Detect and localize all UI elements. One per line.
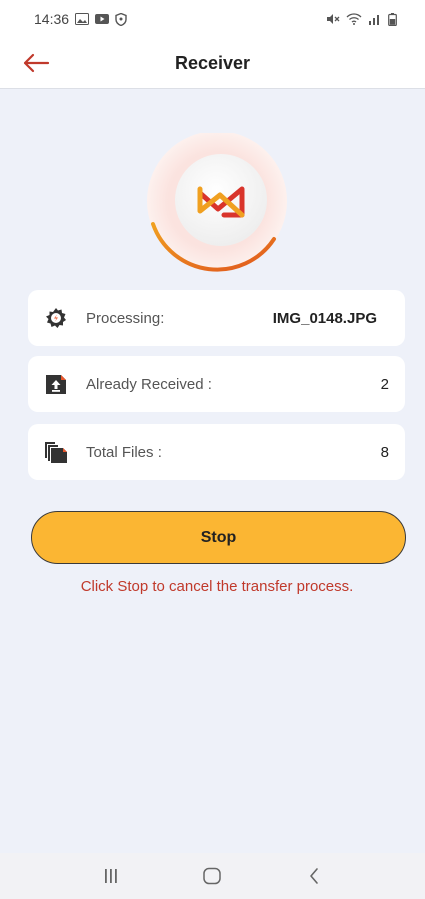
received-label: Already Received : (86, 375, 212, 393)
back-icon[interactable] (299, 864, 329, 888)
upload-icon (44, 372, 68, 396)
gear-icon (44, 306, 68, 330)
home-icon[interactable] (197, 864, 227, 888)
battery-icon (388, 12, 397, 26)
status-right (326, 12, 397, 26)
total-files-label: Total Files : (86, 443, 162, 461)
processing-label: Processing: (86, 309, 165, 327)
files-icon (44, 440, 68, 464)
received-row: Already Received : 2 (28, 356, 405, 412)
logo-icon (147, 131, 287, 272)
system-nav-bar (0, 853, 425, 899)
back-arrow-icon[interactable] (22, 50, 50, 76)
app-bar: Receiver (0, 38, 425, 89)
signal-icon (369, 15, 379, 25)
mute-icon (327, 14, 340, 24)
video-icon (95, 14, 110, 24)
recents-icon[interactable] (96, 864, 126, 888)
status-bar: 14:36 (0, 0, 425, 38)
gallery-icon (75, 13, 90, 25)
total-files-row: Total Files : 8 (28, 424, 405, 480)
processing-row: Processing: IMG_0148.JPG (28, 290, 405, 346)
stop-button-label: Stop (200, 528, 237, 546)
received-count: 2 (380, 375, 389, 393)
transfer-progress-logo (142, 131, 292, 283)
processing-filename: IMG_0148.JPG (272, 309, 377, 327)
cancel-hint: Click Stop to cancel the transfer proces… (80, 578, 354, 595)
stop-button[interactable]: Stop (31, 511, 406, 564)
shield-icon (115, 12, 127, 26)
total-files-count: 8 (380, 443, 389, 461)
page-title: Receiver (174, 52, 251, 73)
wifi-icon (346, 13, 362, 25)
status-left: 14:36 (34, 11, 127, 27)
status-time: 14:36 (34, 11, 70, 27)
